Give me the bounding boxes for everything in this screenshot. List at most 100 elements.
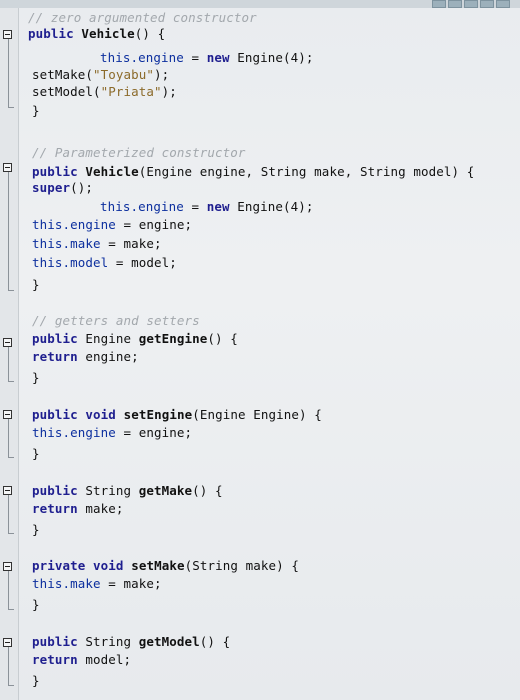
code-token: () { — [192, 483, 223, 498]
code-token: = — [183, 50, 207, 65]
code-token: } — [32, 370, 40, 385]
code-token: void — [93, 558, 124, 573]
code-token: setEngine — [123, 407, 193, 422]
code-line[interactable]: public Vehicle(Engine engine, String mak… — [32, 164, 474, 180]
code-token: public — [32, 634, 78, 649]
code-token: String — [77, 634, 139, 649]
code-token: public — [28, 26, 74, 41]
code-line[interactable]: public Vehicle() { — [28, 26, 165, 42]
code-token: this.engine — [32, 425, 116, 440]
code-token: this.engine — [100, 199, 184, 214]
code-token: Vehicle — [81, 26, 135, 41]
code-line[interactable]: return make; — [32, 501, 124, 517]
code-token: } — [32, 103, 40, 118]
code-area[interactable]: // zero argumented constructor public Ve… — [0, 0, 520, 700]
code-token: = — [183, 199, 207, 214]
code-token: ); — [154, 67, 170, 82]
code-token: public — [32, 164, 78, 179]
code-token: getMake — [138, 483, 193, 498]
code-token: this.model — [32, 255, 109, 270]
code-token: Engine(4); — [229, 50, 314, 65]
code-line[interactable]: this.engine = engine; — [32, 217, 192, 233]
code-token: (String make) { — [184, 558, 299, 573]
code-token: public — [32, 483, 78, 498]
code-line[interactable]: } — [32, 597, 40, 613]
code-line[interactable]: this.engine = new Engine(4); — [100, 199, 314, 215]
code-line[interactable]: this.make = make; — [32, 576, 162, 592]
code-token: Engine — [77, 331, 139, 346]
code-token: = make; — [100, 236, 162, 251]
code-line[interactable]: public String getModel() { — [32, 634, 230, 650]
code-token: return — [32, 652, 78, 667]
code-line[interactable]: private void setMake(String make) { — [32, 558, 299, 574]
code-token: this.engine — [32, 217, 116, 232]
code-line[interactable]: } — [32, 370, 40, 386]
code-token: } — [32, 446, 40, 461]
code-token: } — [32, 522, 40, 537]
code-token: = engine; — [115, 217, 193, 232]
code-token: make; — [77, 501, 124, 516]
code-token: ); — [161, 84, 177, 99]
code-line[interactable]: public void setEngine(Engine Engine) { — [32, 407, 322, 423]
code-token: } — [32, 673, 40, 688]
code-token: (); — [70, 180, 94, 195]
code-line[interactable]: // zero argumented constructor — [28, 10, 257, 26]
code-token: public — [32, 407, 78, 422]
code-line[interactable]: return engine; — [32, 349, 139, 365]
code-line[interactable]: // Parameterized constructor — [32, 145, 246, 161]
code-token: this.make — [32, 236, 101, 251]
code-token: String — [77, 483, 139, 498]
code-token: = model; — [108, 255, 177, 270]
code-token: new — [206, 50, 230, 65]
code-line[interactable]: setModel("Priata"); — [32, 84, 177, 100]
code-token: Vehicle — [85, 164, 139, 179]
code-line[interactable]: setMake("Toyabu"); — [32, 67, 169, 83]
code-token: super — [32, 180, 71, 195]
code-token: new — [206, 199, 230, 214]
code-token: setModel( — [32, 84, 101, 99]
code-line[interactable]: public Engine getEngine() { — [32, 331, 238, 347]
code-line[interactable]: this.engine = engine; — [32, 425, 192, 441]
code-token: engine; — [77, 349, 139, 364]
code-token: model; — [77, 652, 132, 667]
code-line[interactable]: return model; — [32, 652, 131, 668]
code-token: getEngine — [138, 331, 208, 346]
code-line[interactable]: } — [32, 103, 40, 119]
code-token: () { — [199, 634, 231, 649]
code-token: return — [32, 349, 78, 364]
code-line[interactable]: public String getMake() { — [32, 483, 223, 499]
code-line[interactable]: super(); — [32, 180, 93, 196]
code-token: private — [32, 558, 86, 573]
code-token: return — [32, 501, 78, 516]
code-token: (Engine engine, String make, String mode… — [138, 164, 475, 179]
code-token: () { — [207, 331, 238, 346]
code-token: Engine(4); — [229, 199, 314, 214]
code-token: this.engine — [100, 50, 184, 65]
code-line[interactable]: } — [32, 673, 40, 689]
code-line[interactable]: // getters and setters — [32, 313, 200, 329]
code-token: // Parameterized constructor — [32, 145, 246, 160]
code-token: = make; — [100, 576, 162, 591]
code-token: "Priata" — [100, 84, 162, 99]
code-token: () { — [134, 26, 166, 41]
code-line[interactable]: } — [32, 277, 40, 293]
code-token: } — [32, 277, 40, 292]
code-line[interactable]: this.model = model; — [32, 255, 177, 271]
code-token: } — [32, 597, 40, 612]
code-token: // zero argumented constructor — [28, 10, 257, 25]
code-token: setMake — [131, 558, 185, 573]
code-line[interactable]: } — [32, 522, 40, 538]
code-line[interactable]: } — [32, 446, 40, 462]
code-line[interactable]: this.make = make; — [32, 236, 162, 252]
code-token: = engine; — [115, 425, 193, 440]
code-token: setMake( — [32, 67, 94, 82]
code-line[interactable]: this.engine = new Engine(4); — [100, 50, 314, 66]
code-token: public — [32, 331, 78, 346]
code-token: void — [85, 407, 116, 422]
code-token: "Toyabu" — [93, 67, 155, 82]
code-token: this.make — [32, 576, 101, 591]
code-editor: // zero argumented constructor public Ve… — [0, 0, 520, 700]
code-token: getModel — [138, 634, 200, 649]
